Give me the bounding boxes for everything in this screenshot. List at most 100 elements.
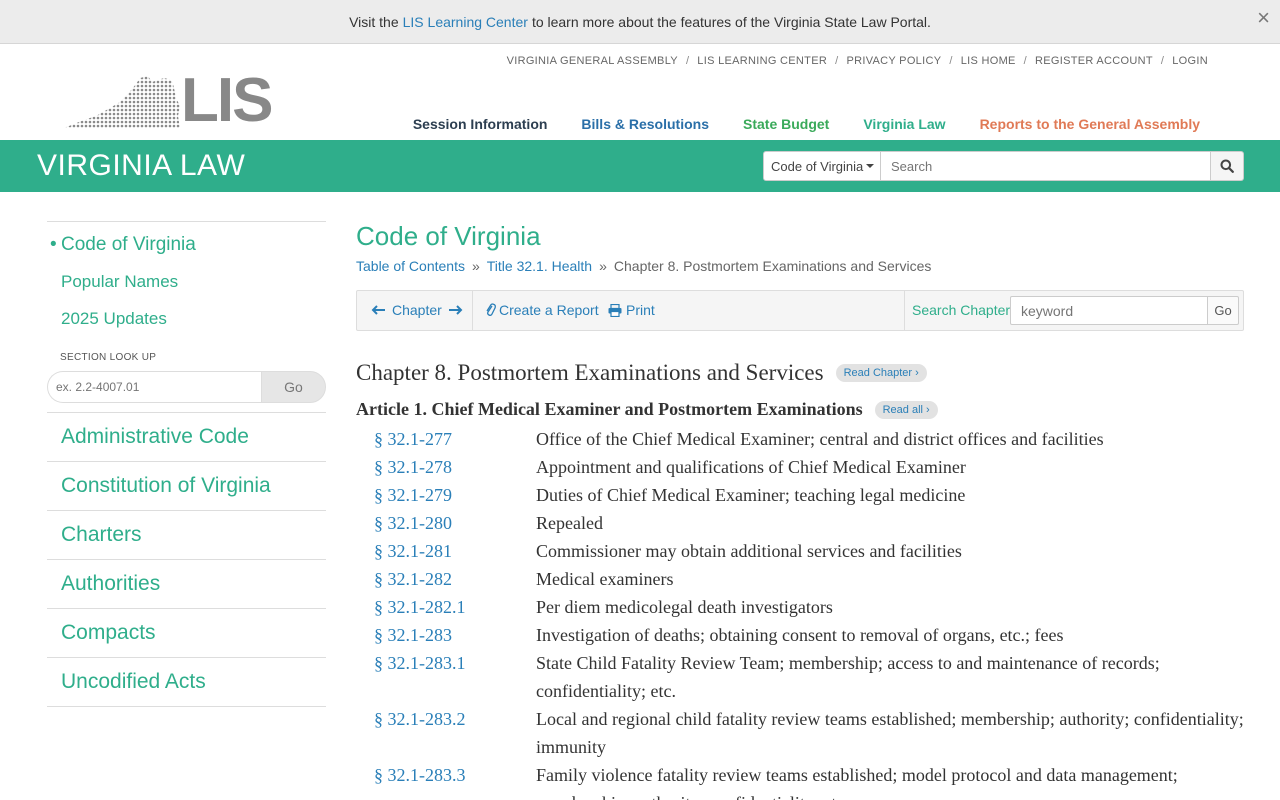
sidebar-item-constitution-of-virginia[interactable]: Constitution of Virginia (47, 462, 326, 511)
section-link[interactable]: § 32.1-277 (374, 425, 536, 453)
mainnav-state-budget[interactable]: State Budget (743, 116, 829, 132)
breadcrumb-link[interactable]: Table of Contents (356, 258, 465, 274)
chapter-toolbar: Chapter Create a Report Print Search Cha… (356, 290, 1244, 331)
site-search-button[interactable] (1211, 151, 1244, 181)
logo-text: LIS (181, 66, 273, 135)
sidebar-item-authorities[interactable]: Authorities (47, 560, 326, 609)
site-header: LIS VIRGINIA GENERAL ASSEMBLY / LIS LEARNI… (0, 44, 1280, 140)
section-title: Appointment and qualifications of Chief … (536, 457, 966, 477)
sidebar: • Code of Virginia Popular Names 2025 Up… (47, 221, 326, 707)
learning-center-link[interactable]: LIS Learning Center (403, 14, 528, 30)
read-chapter-button[interactable]: Read Chapter › (835, 364, 927, 382)
chapter-heading: Chapter 8. Postmortem Examinations and S… (356, 360, 927, 386)
section-lookup-input[interactable] (47, 371, 261, 403)
sidebar-item-2025-updates[interactable]: 2025 Updates (47, 309, 326, 329)
print-button[interactable]: Print (608, 302, 655, 318)
sidebar-divider (47, 221, 326, 222)
breadcrumb-separator: » (471, 258, 480, 274)
topnav-register-account[interactable]: REGISTER ACCOUNT (1035, 55, 1153, 67)
read-all-button[interactable]: Read all › (874, 400, 938, 419)
section-title: Family violence fatality review teams es… (536, 765, 1178, 800)
mainnav-virginia-law[interactable]: Virginia Law (863, 116, 945, 132)
section-title: State Child Fatality Review Team; member… (536, 653, 1160, 701)
breadcrumb-link[interactable]: Title 32.1. Health (487, 258, 592, 274)
section-link[interactable]: § 32.1-278 (374, 453, 536, 481)
chapter-nav-label: Chapter (392, 302, 442, 318)
section-row: § 32.1-280 Repealed (374, 509, 1254, 537)
arrow-right-icon (448, 305, 463, 315)
search-scope-dropdown[interactable]: Code of Virginia (763, 151, 881, 181)
search-chapter-go-button[interactable]: Go (1207, 296, 1239, 325)
section-title: Repealed (536, 513, 603, 533)
main-nav: Session Information Bills & Resolutions St… (379, 116, 1200, 132)
lis-logo[interactable]: LIS (64, 70, 273, 132)
section-link[interactable]: § 32.1-279 (374, 481, 536, 509)
section-link[interactable]: § 32.1-280 (374, 509, 536, 537)
section-band: VIRGINIA LAW Code of Virginia (0, 140, 1280, 192)
mainnav-reports-to-the-general-assembly[interactable]: Reports to the General Assembly (980, 116, 1200, 132)
nav-separator: / (685, 55, 690, 67)
chapter-heading-text: Chapter 8. Postmortem Examinations and S… (356, 360, 824, 385)
close-icon[interactable]: × (1257, 7, 1270, 29)
print-label: Print (626, 302, 655, 318)
section-title: Commissioner may obtain additional servi… (536, 541, 962, 561)
breadcrumb-separator: » (599, 258, 607, 274)
nav-separator: / (1023, 55, 1028, 67)
section-title: Local and regional child fatality review… (536, 709, 1244, 757)
section-row: § 32.1-283.2 Local and regional child fat… (374, 705, 1254, 761)
active-dot-icon: • (50, 234, 57, 255)
create-report-button[interactable]: Create a Report (485, 302, 599, 318)
site-search-input[interactable] (881, 151, 1211, 181)
sidebar-item-charters[interactable]: Charters (47, 511, 326, 560)
section-row: § 32.1-277 Office of the Chief Medical Ex… (374, 425, 1254, 453)
section-link[interactable]: § 32.1-283.3 (374, 761, 536, 800)
utility-nav: VIRGINIA GENERAL ASSEMBLY / LIS LEARNING C… (507, 55, 1208, 67)
announcement-bar: Visit the LIS Learning Center to learn m… (0, 0, 1280, 44)
topnav-privacy-policy[interactable]: PRIVACY POLICY (846, 55, 941, 67)
section-link[interactable]: § 32.1-281 (374, 537, 536, 565)
nav-separator: / (1160, 55, 1165, 67)
section-link[interactable]: § 32.1-283.1 (374, 649, 536, 705)
sidebar-item-administrative-code[interactable]: Administrative Code (47, 413, 326, 462)
section-row: § 32.1-282 Medical examiners (374, 565, 1254, 593)
topnav-login[interactable]: LOGIN (1172, 55, 1208, 67)
search-scope-label: Code of Virginia (771, 158, 864, 174)
breadcrumb-current: Chapter 8. Postmortem Examinations and S… (613, 258, 932, 274)
site-search: Code of Virginia (763, 151, 1244, 181)
section-link[interactable]: § 32.1-283.2 (374, 705, 536, 761)
section-lookup-go-button[interactable]: Go (261, 371, 326, 403)
section-title: Duties of Chief Medical Examiner; teachi… (536, 485, 966, 505)
paperclip-icon (486, 303, 496, 316)
toolbar-divider (472, 291, 473, 330)
sidebar-item-code-of-virginia[interactable]: • Code of Virginia (47, 234, 326, 256)
arrow-left-icon (371, 305, 385, 315)
topnav-lis-learning-center[interactable]: LIS LEARNING CENTER (697, 55, 827, 67)
section-list: § 32.1-277 Office of the Chief Medical Ex… (374, 425, 1254, 800)
announcement-prefix: Visit the (349, 13, 399, 30)
chapter-nav[interactable]: Chapter (371, 302, 463, 318)
sidebar-item-uncodified-acts[interactable]: Uncodified Acts (47, 658, 326, 707)
section-lookup-label: SECTION LOOK UP (60, 352, 157, 363)
section-row: § 32.1-283.3 Family violence fatality rev… (374, 761, 1254, 800)
page-title: Code of Virginia (356, 221, 541, 251)
article-heading-text: Article 1. Chief Medical Examiner and Po… (356, 399, 863, 419)
section-row: § 32.1-278 Appointment and qualifications… (374, 453, 1254, 481)
search-chapter-label: Search Chapter (912, 302, 1011, 318)
section-link[interactable]: § 32.1-282.1 (374, 593, 536, 621)
topnav-lis-home[interactable]: LIS HOME (961, 55, 1016, 67)
section-title: Per diem medicolegal death investigators (536, 597, 833, 617)
mainnav-session-information[interactable]: Session Information (413, 116, 548, 132)
section-row: § 32.1-281 Commissioner may obtain additi… (374, 537, 1254, 565)
section-link[interactable]: § 32.1-282 (374, 565, 536, 593)
section-row: § 32.1-282.1 Per diem medicolegal death i… (374, 593, 1254, 621)
nav-separator: / (949, 55, 953, 67)
announcement-suffix: to learn more about the features of the … (531, 13, 931, 30)
sidebar-item-popular-names[interactable]: Popular Names (47, 272, 326, 292)
section-link[interactable]: § 32.1-283 (374, 621, 536, 649)
section-row: § 32.1-279 Duties of Chief Medical Examin… (374, 481, 1254, 509)
section-title: Office of the Chief Medical Examiner; ce… (536, 429, 1104, 449)
search-chapter-input[interactable] (1010, 296, 1208, 325)
sidebar-item-compacts[interactable]: Compacts (47, 609, 326, 658)
mainnav-bills-resolutions[interactable]: Bills & Resolutions (581, 116, 709, 132)
topnav-virginia-general-assembly[interactable]: VIRGINIA GENERAL ASSEMBLY (507, 55, 678, 67)
